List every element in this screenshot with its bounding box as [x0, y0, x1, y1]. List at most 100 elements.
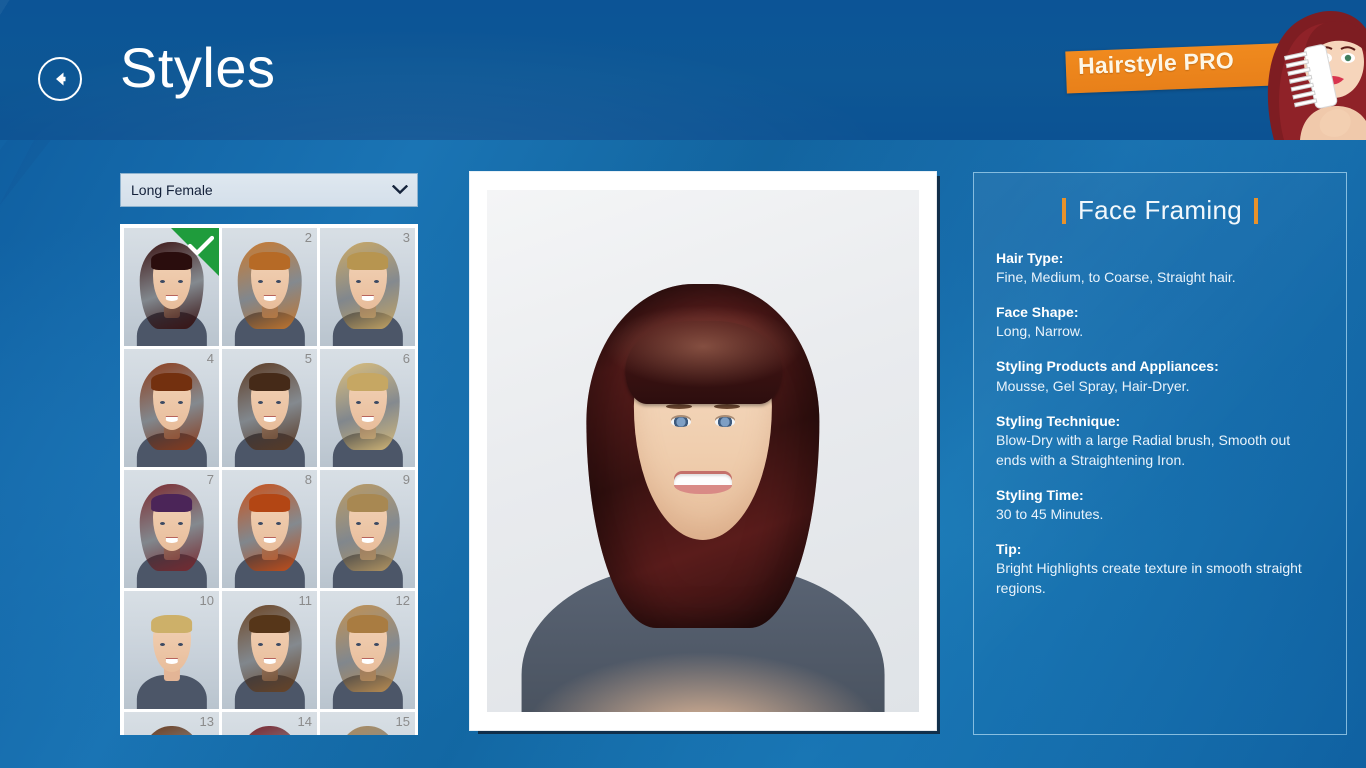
back-arrow-icon [49, 68, 71, 90]
style-category-dropdown[interactable]: Long Female [120, 173, 418, 207]
page-title: Styles [120, 40, 276, 96]
style-thumbnail-12[interactable]: 12 [320, 591, 415, 709]
thumbnail-number: 15 [396, 714, 410, 729]
style-thumbnail-8[interactable]: 8 [222, 470, 317, 588]
style-thumbnail-14[interactable]: 14 [222, 712, 317, 735]
thumbnail-portrait [124, 591, 219, 709]
thumbnail-eye-right [178, 280, 183, 283]
thumbnail-number: 9 [403, 472, 410, 487]
info-block: Styling Technique:Blow-Dry with a large … [996, 411, 1324, 471]
thumbnail-eye-left [356, 643, 361, 646]
thumbnail-number: 4 [207, 351, 214, 366]
info-block: Hair Type:Fine, Medium, to Coarse, Strai… [996, 248, 1324, 288]
style-thumbnail-6[interactable]: 6 [320, 349, 415, 467]
selected-check-badge [167, 228, 219, 280]
info-label: Styling Products and Appliances: [996, 356, 1324, 376]
thumbnail-number: 14 [298, 714, 312, 729]
style-thumbnail-grid: 2 3 4 5 6 7 8 9 10 11 12 13 14 15 [124, 228, 415, 735]
thumbnail-eye-right [178, 522, 183, 525]
thumbnail-eye-left [160, 643, 165, 646]
thumbnail-number: 13 [200, 714, 214, 729]
thumbnail-portrait [222, 591, 317, 709]
style-thumbnail-11[interactable]: 11 [222, 591, 317, 709]
thumbnail-eye-right [374, 280, 379, 283]
thumbnail-portrait [320, 591, 415, 709]
thumbnail-portrait [124, 470, 219, 588]
style-thumbnail-13[interactable]: 13 [124, 712, 219, 735]
thumbnail-portrait [222, 228, 317, 346]
preview-hair-sheen [604, 305, 803, 389]
thumbnail-portrait [222, 349, 317, 467]
style-thumbnail-9[interactable]: 9 [320, 470, 415, 588]
style-thumbnail-3[interactable]: 3 [320, 228, 415, 346]
thumbnail-fringe [249, 252, 291, 271]
thumbnail-eye-left [356, 280, 361, 283]
info-block: Styling Time:30 to 45 Minutes. [996, 485, 1324, 525]
thumbnail-eye-right [374, 522, 379, 525]
style-thumbnail-panel[interactable]: 2 3 4 5 6 7 8 9 10 11 12 13 14 15 [120, 224, 418, 735]
info-value: Long, Narrow. [996, 322, 1324, 342]
thumbnail-portrait [320, 349, 415, 467]
thumbnail-fringe [249, 494, 291, 513]
app-header: Styles Hairstyle PRO [0, 0, 1366, 140]
preview-eyebrow-right [714, 404, 740, 409]
thumbnail-eye-right [178, 643, 183, 646]
thumbnail-portrait [124, 349, 219, 467]
style-thumbnail-1[interactable] [124, 228, 219, 346]
preview-mouth [674, 474, 732, 494]
info-block-list: Hair Type:Fine, Medium, to Coarse, Strai… [996, 248, 1324, 599]
thumbnail-number: 6 [403, 351, 410, 366]
style-thumbnail-4[interactable]: 4 [124, 349, 219, 467]
style-thumbnail-2[interactable]: 2 [222, 228, 317, 346]
thumbnail-eye-left [258, 522, 263, 525]
thumbnail-number: 3 [403, 230, 410, 245]
thumbnail-fringe [249, 373, 291, 392]
thumbnail-eye-left [160, 280, 165, 283]
thumbnail-eye-right [178, 401, 183, 404]
thumbnail-eye-right [276, 643, 281, 646]
thumbnail-fringe [151, 615, 193, 634]
thumbnail-eye-left [356, 522, 361, 525]
thumbnail-fringe [249, 615, 291, 634]
info-label: Face Shape: [996, 302, 1324, 322]
style-thumbnail-7[interactable]: 7 [124, 470, 219, 588]
thumbnail-eye-left [258, 280, 263, 283]
preview-photo-image [487, 190, 919, 712]
style-thumbnail-10[interactable]: 10 [124, 591, 219, 709]
info-value: Mousse, Gel Spray, Hair-Dryer. [996, 377, 1324, 397]
thumbnail-fringe [347, 373, 389, 392]
style-thumbnail-15[interactable]: 15 [320, 712, 415, 735]
style-thumbnail-5[interactable]: 5 [222, 349, 317, 467]
thumbnail-eye-right [276, 401, 281, 404]
info-block: Face Shape:Long, Narrow. [996, 302, 1324, 342]
preview-eye-left [671, 417, 691, 427]
thumbnail-eye-left [160, 401, 165, 404]
thumbnail-portrait [222, 470, 317, 588]
style-category-value: Long Female [121, 182, 383, 198]
info-label: Tip: [996, 539, 1324, 559]
thumbnail-eye-right [276, 280, 281, 283]
thumbnail-fringe [347, 494, 389, 513]
thumbnail-fringe [347, 615, 389, 634]
info-label: Styling Technique: [996, 411, 1324, 431]
info-block: Styling Products and Appliances:Mousse, … [996, 356, 1324, 396]
info-value: Bright Highlights create texture in smoo… [996, 559, 1324, 599]
preview-photo-frame[interactable] [470, 172, 936, 730]
thumbnail-number: 12 [396, 593, 410, 608]
thumbnail-eye-right [276, 522, 281, 525]
info-label: Hair Type: [996, 248, 1324, 268]
style-info-panel: Face Framing Hair Type:Fine, Medium, to … [973, 172, 1347, 735]
thumbnail-number: 7 [207, 472, 214, 487]
brand-logo: Hairstyle PRO [1060, 0, 1366, 140]
thumbnail-number: 5 [305, 351, 312, 366]
info-panel-title: Face Framing [1078, 195, 1242, 226]
info-value: 30 to 45 Minutes. [996, 505, 1324, 525]
thumbnail-number: 8 [305, 472, 312, 487]
thumbnail-eye-right [374, 401, 379, 404]
back-button[interactable] [38, 57, 82, 101]
info-panel-title-row: Face Framing [996, 195, 1324, 226]
thumbnail-number: 10 [200, 593, 214, 608]
thumbnail-eye-left [160, 522, 165, 525]
thumbnail-eye-right [374, 643, 379, 646]
check-icon [188, 235, 214, 257]
